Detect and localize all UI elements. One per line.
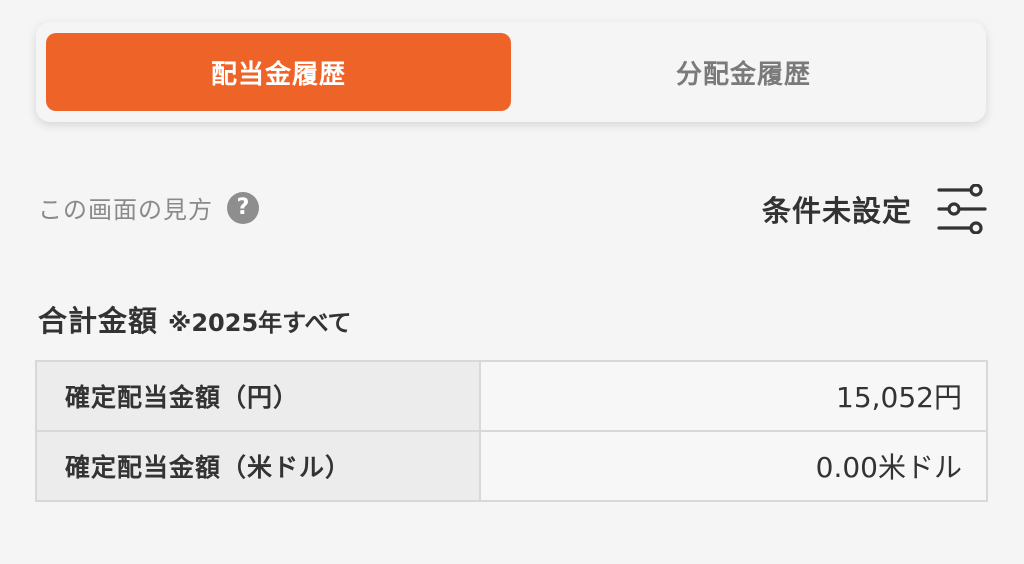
sliders-icon xyxy=(937,184,987,234)
filter-status-label: 条件未設定 xyxy=(761,194,912,228)
table-row: 確定配当金額（円） 15,052円 xyxy=(35,360,988,432)
total-amount-title: 合計金額 xyxy=(38,304,159,338)
row-value-usd: 0.00米ドル xyxy=(479,430,988,502)
tab-dividend-history[interactable]: 配当金履歴 xyxy=(46,33,511,111)
table-row: 確定配当金額（米ドル） 0.00米ドル xyxy=(35,430,988,502)
total-period-note: ※2025年すべて xyxy=(168,309,352,337)
filter-conditions-button[interactable]: 条件未設定 xyxy=(762,184,988,234)
history-tab-bar: 配当金履歴 分配金履歴 xyxy=(36,22,986,122)
tab-distribution-history[interactable]: 分配金履歴 xyxy=(511,33,976,111)
row-label-usd: 確定配当金額（米ドル） xyxy=(35,430,481,502)
screen-guide-label: この画面の見方 xyxy=(38,196,213,224)
screen-guide-link[interactable]: この画面の見方 ? xyxy=(38,190,259,225)
total-amount-heading: 合計金額 ※2025年すべて xyxy=(38,298,352,340)
row-value-jpy: 15,052円 xyxy=(479,360,988,432)
row-label-jpy: 確定配当金額（円） xyxy=(35,360,481,432)
question-circle-icon: ? xyxy=(227,191,259,224)
total-amount-table: 確定配当金額（円） 15,052円 確定配当金額（米ドル） 0.00米ドル xyxy=(35,360,988,502)
